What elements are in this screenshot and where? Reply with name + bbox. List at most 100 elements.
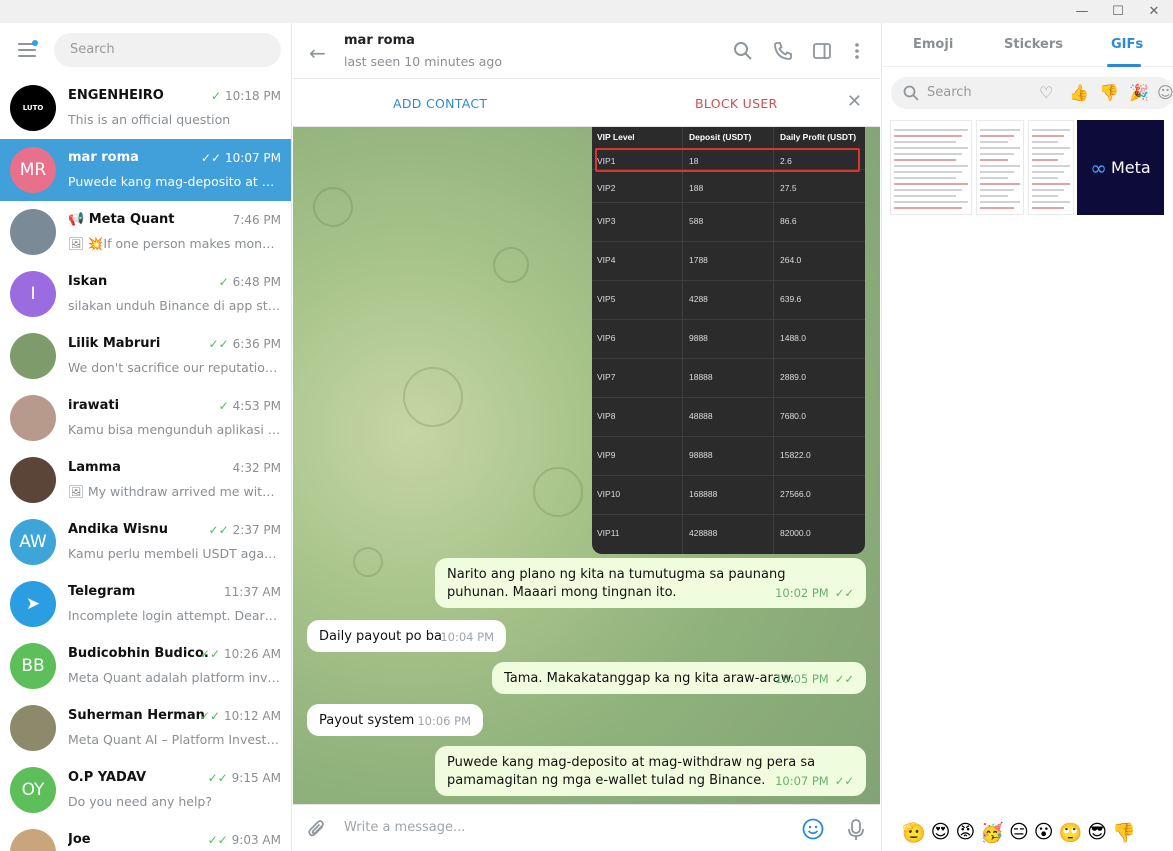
gif-search-input[interactable]: Search ♡ 👍 👎 🎉 ☺ xyxy=(891,77,1173,109)
chat-list-item[interactable]: irawati ✓ 4:53 PM Kamu bisa mengunduh aplik… xyxy=(0,387,291,449)
gif-thumbnail[interactable] xyxy=(976,120,1024,215)
gif-content-line xyxy=(894,135,962,137)
close-icon[interactable]: ✕ xyxy=(847,91,862,112)
message-composer: Write a message... xyxy=(293,804,880,851)
gif-content-line xyxy=(894,183,968,185)
party-icon[interactable]: 🎉 xyxy=(1129,83,1149,102)
chat-name: irawati xyxy=(68,398,120,413)
vip-cell: VIP4 xyxy=(597,255,616,265)
gif-thumbnail[interactable] xyxy=(890,120,972,215)
search-icon[interactable] xyxy=(733,41,753,61)
minimize-button[interactable]: — xyxy=(1064,0,1100,23)
chat-preview: Kamu bisa mengunduh aplikasi se... xyxy=(68,422,281,437)
emoji-item[interactable]: 😡 xyxy=(955,821,975,843)
chat-list-item[interactable]: AW Andika Wisnu ✓✓ 2:37 PM Kamu perlu membel… xyxy=(0,511,291,573)
vip-cell: 86.6 xyxy=(780,216,797,226)
message-bubble[interactable]: Puwede kang mag-deposito at mag-withdraw… xyxy=(435,746,866,796)
gif-content-line xyxy=(1032,201,1070,203)
emoji-item[interactable]: 🥳 xyxy=(980,821,1004,844)
read-check-icon: ✓ xyxy=(218,399,229,413)
table-row-line xyxy=(592,280,865,281)
smile-icon[interactable]: ☺ xyxy=(1157,83,1173,102)
vip-cell: 1488.0 xyxy=(780,333,806,343)
chat-time: ✓✓ 10:07 PM xyxy=(200,151,281,165)
message-time: 10:07 PM ✓✓ xyxy=(775,774,854,788)
avatar xyxy=(10,705,56,751)
close-window-button[interactable]: ✕ xyxy=(1136,0,1172,23)
chat-time: ✓✓ 9:03 AM xyxy=(207,833,281,847)
table-row-line xyxy=(592,241,865,242)
tab-emoji[interactable]: Emoji xyxy=(913,37,953,52)
tab-stickers[interactable]: Stickers xyxy=(1004,37,1063,52)
chat-list-item[interactable]: Suherman Herman ✓✓ 10:12 AM Meta Quant AI –… xyxy=(0,697,291,759)
gif-content-line xyxy=(1032,153,1064,155)
chat-time: 11:37 AM xyxy=(224,585,281,599)
emoji-item[interactable]: 🫡 xyxy=(902,821,926,844)
chat-list-item[interactable]: OY O.P YADAV ✓✓ 9:15 AM Do you need any help… xyxy=(0,759,291,821)
sidebar-toggle-icon[interactable] xyxy=(812,41,832,61)
emoji-item[interactable]: 😮 xyxy=(1034,821,1054,843)
block-user-button[interactable]: BLOCK USER xyxy=(695,96,778,111)
emoji-item[interactable]: 😎 xyxy=(1087,821,1107,843)
thumbs-down-icon[interactable]: 👎 xyxy=(1099,83,1119,102)
table-row-line xyxy=(592,202,865,203)
maximize-button[interactable]: ☐ xyxy=(1100,0,1136,23)
meta-gif-thumbnail[interactable]: ∞ Meta xyxy=(1077,120,1164,215)
gif-content-line xyxy=(980,177,1008,179)
chat-time: 7:46 PM xyxy=(232,213,281,227)
chat-list-item[interactable]: MR mar roma ✓✓ 10:07 PM Puwede kang mag-depo… xyxy=(0,139,291,201)
heart-icon[interactable]: ♡ xyxy=(1039,83,1053,102)
gif-thumbnail[interactable] xyxy=(1028,120,1074,215)
chat-preview: This is an official question xyxy=(68,112,231,127)
chat-list-item[interactable]: BB Budicobhin Budico... ✓✓ 10:26 AM Meta Qua… xyxy=(0,635,291,697)
chat-list-item[interactable]: LUTO ENGENHEIRO ✓ 10:18 PM This is an offici… xyxy=(0,77,291,139)
peer-name[interactable]: mar roma xyxy=(344,33,415,48)
recent-emoji-bar: 🫡 😍 😡 🥳 😑 😮 🙄 😎 👎 xyxy=(882,813,1173,851)
chat-list-item[interactable]: I Iskan ✓ 6:48 PM silakan unduh Binance di a… xyxy=(0,263,291,325)
chat-name: Telegram xyxy=(68,584,136,599)
vip-plan-image[interactable]: VIP Level Deposit (USDT) Daily Profit (USD… xyxy=(592,127,865,554)
emoji-icon[interactable] xyxy=(802,818,824,840)
message-bubble[interactable]: Tama. Makakatanggap ka ng kita araw-araw… xyxy=(492,662,866,694)
chat-time: ✓ 4:53 PM xyxy=(218,399,281,413)
meta-infinity-icon: ∞ xyxy=(1090,155,1107,180)
vip-cell: VIP3 xyxy=(597,216,616,226)
emoji-item[interactable]: 🙄 xyxy=(1059,821,1083,844)
message-bubble[interactable]: Daily payout po ba 10:04 PM xyxy=(307,620,506,652)
gif-content-line xyxy=(894,189,962,191)
back-arrow-icon[interactable]: ← xyxy=(309,41,326,65)
message-text: Narito ang plano ng kita na tumutugma sa… xyxy=(447,567,786,600)
more-options-icon[interactable] xyxy=(847,41,867,61)
table-row-line xyxy=(592,358,865,359)
avatar xyxy=(10,209,56,255)
message-bubble[interactable]: Payout system 10:06 PM xyxy=(307,704,483,736)
emoji-item[interactable]: 😑 xyxy=(1009,821,1029,843)
search-input[interactable]: Search xyxy=(54,33,281,67)
tab-gifs[interactable]: GIFs xyxy=(1111,37,1143,52)
vip-cell: VIP5 xyxy=(597,294,616,304)
gif-content-line xyxy=(1032,141,1058,143)
chat-name: Lamma xyxy=(68,460,121,475)
chat-list-item[interactable]: 📢 Meta Quant 7:46 PM 🖼 💥If one person make… xyxy=(0,201,291,263)
message-bubble[interactable]: Narito ang plano ng kita na tumutugma sa… xyxy=(435,558,866,608)
chat-name: Joe xyxy=(68,832,91,847)
chat-list-item[interactable]: Joe ✓✓ 9:03 AM xyxy=(0,821,291,851)
add-contact-button[interactable]: ADD CONTACT xyxy=(393,96,487,111)
chat-header: ← mar roma last seen 10 minutes ago xyxy=(293,23,880,79)
chat-list-item[interactable]: Lilik Mabruri ✓✓ 6:36 PM We don't sacrifice… xyxy=(0,325,291,387)
gif-content-line xyxy=(894,141,956,143)
attach-icon[interactable] xyxy=(307,818,327,840)
microphone-icon[interactable] xyxy=(847,818,865,842)
emoji-item[interactable]: 😍 xyxy=(931,821,951,843)
chat-preview: silakan unduh Binance di app stor... xyxy=(68,298,281,313)
thumbs-up-icon[interactable]: 👍 xyxy=(1069,83,1089,102)
chat-list-item[interactable]: ➤ Telegram 11:37 AM Incomplete login attemp… xyxy=(0,573,291,635)
emoji-item[interactable]: 👎 xyxy=(1112,821,1136,844)
chat-list-item[interactable]: Lamma 4:32 PM 🖼 My withdraw arrived me wit… xyxy=(0,449,291,511)
table-column-line xyxy=(773,127,774,554)
gif-content-line xyxy=(980,141,1008,143)
wallpaper-doodle xyxy=(533,467,583,517)
gif-content-line xyxy=(894,171,962,173)
message-input[interactable]: Write a message... xyxy=(344,820,465,835)
phone-icon[interactable] xyxy=(773,41,793,61)
